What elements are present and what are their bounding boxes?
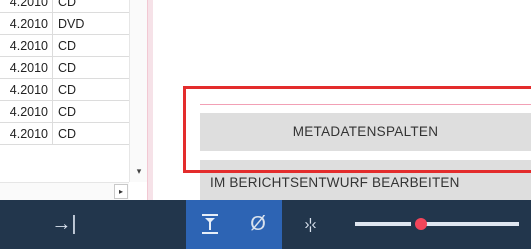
table-row[interactable]: 4.2010 DVD [0,13,147,35]
slider-track-right [425,222,519,226]
table-row[interactable]: 4.2010 CD [0,101,147,123]
type-cell: CD [58,0,77,9]
table-row[interactable]: 4.2010 CD [0,79,147,101]
date-cell: 4.2010 [0,13,53,35]
zoom-slider[interactable] [355,218,519,230]
table-row[interactable]: 4.2010 CD [0,57,147,79]
column-divider [147,0,153,200]
fit-height-icon[interactable] [186,200,234,249]
scroll-down-icon[interactable]: ▾ [130,162,147,180]
type-cell: CD [58,83,77,97]
data-table: 4.2010 CD 4.2010 DVD 4.2010 CD 4.2010 CD… [0,0,147,200]
table-row[interactable]: 4.2010 CD [0,0,147,13]
date-cell: 4.2010 [0,0,53,13]
type-cell: CD [58,39,77,53]
date-cell: 4.2010 [0,123,53,145]
date-cell: 4.2010 [0,101,53,123]
table-row[interactable]: 4.2010 CD [0,35,147,57]
date-cell: 4.2010 [0,35,53,57]
date-cell: 4.2010 [0,57,53,79]
slider-thumb[interactable] [415,218,427,230]
no-scaling-icon[interactable]: Ø [234,200,282,249]
scroll-right-icon[interactable]: ▸ [114,184,128,199]
split-view-icon[interactable]: ›¦‹ [292,200,328,249]
highlight-box [183,86,531,173]
app-window: 4.2010 CD 4.2010 DVD 4.2010 CD 4.2010 CD… [0,0,531,249]
type-cell: CD [58,61,77,75]
horizontal-scrollbar[interactable]: ▸ [0,182,129,200]
type-cell: DVD [58,17,85,31]
fit-height-glyph [202,214,218,234]
expand-panel-icon[interactable]: →| [44,200,84,249]
date-cell: 4.2010 [0,79,53,101]
vertical-scrollbar[interactable]: ▾ [129,0,147,182]
slider-track-left [355,222,411,226]
table-row[interactable]: 4.2010 CD [0,123,147,145]
type-cell: CD [58,105,77,119]
type-cell: CD [58,127,77,141]
